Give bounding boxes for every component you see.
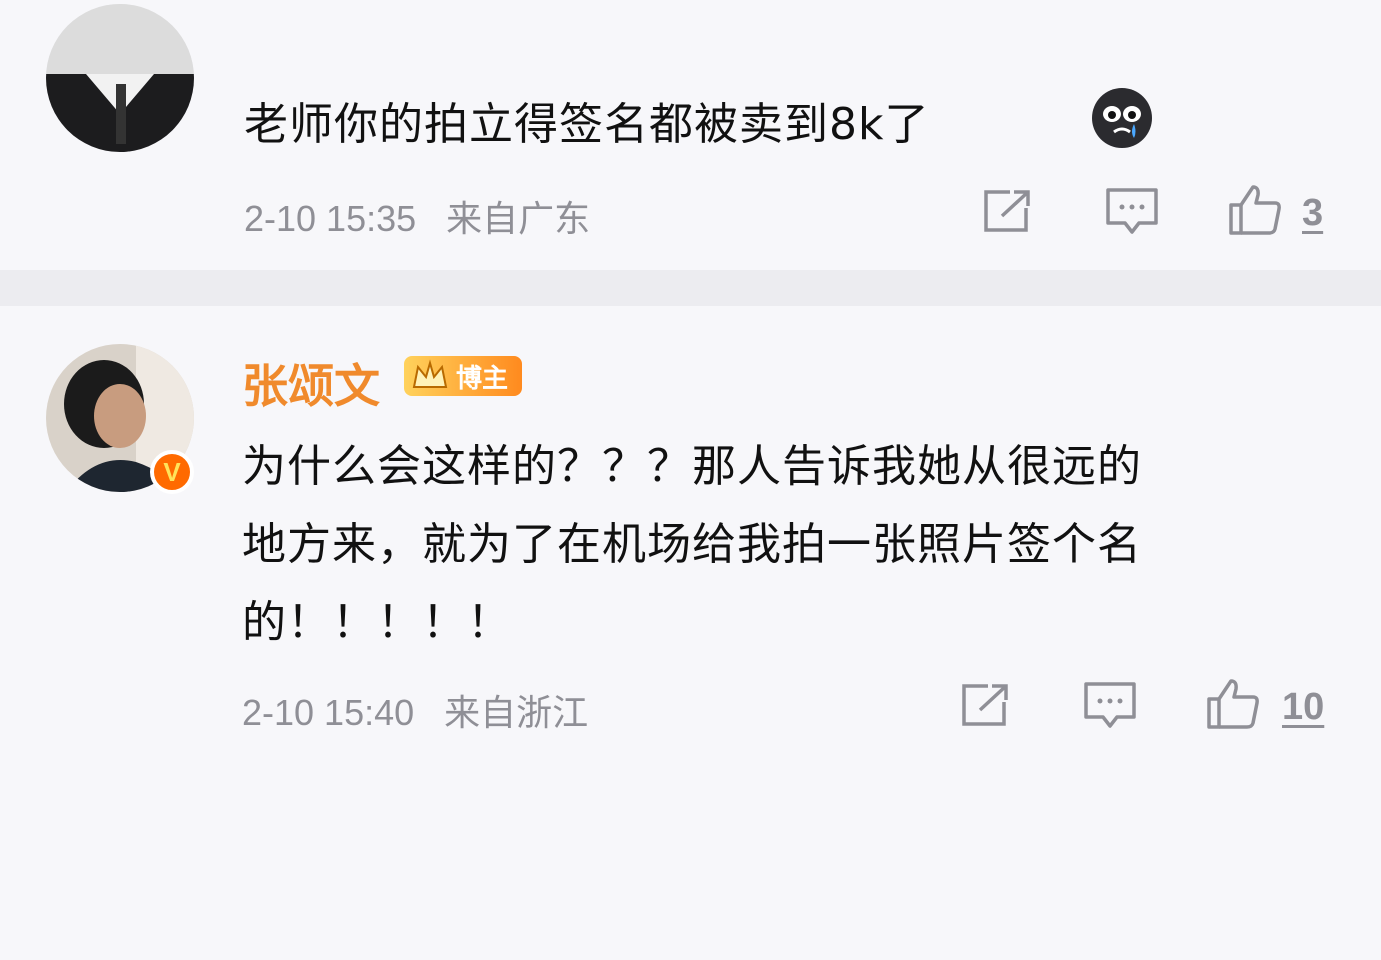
share-icon <box>962 684 1008 726</box>
comment-date: 2-10 15:35 <box>244 198 417 239</box>
comment-text-line-3: 的！！！！！ <box>242 597 512 648</box>
share-button[interactable] <box>980 186 1034 236</box>
crown-icon <box>412 359 448 388</box>
share-icon <box>984 190 1030 232</box>
comment-location: 来自浙江 <box>444 692 589 733</box>
like-count[interactable]: 3 <box>1302 192 1323 235</box>
comment-location: 来自广东 <box>446 198 591 239</box>
blogger-badge: 博主 <box>404 356 523 396</box>
verified-mark: V <box>163 456 181 487</box>
like-button[interactable] <box>1204 676 1262 732</box>
commenter-avatar[interactable] <box>46 4 194 152</box>
comment-meta: 2-10 15:40 来自浙江 <box>242 684 608 736</box>
blogger-badge-label: 博主 <box>456 363 509 394</box>
comment-button[interactable] <box>1104 186 1160 238</box>
comment-text-line-1: 为什么会这样的？？？那人告诉我她从很远的 <box>242 441 1142 492</box>
comment-2: V 张颂文 博主 为什么会这样的？？？那人告诉我她从很远的 地方来，就为了在机场… <box>0 306 1381 960</box>
like-button[interactable] <box>1226 182 1284 238</box>
crying-face-icon <box>1090 86 1154 154</box>
thumbs-up-icon <box>1207 679 1259 729</box>
author-name[interactable]: 张颂文 <box>242 350 380 416</box>
comment-date: 2-10 15:40 <box>242 692 415 733</box>
verified-badge-icon: V <box>150 450 194 494</box>
like-count[interactable]: 10 <box>1282 686 1324 729</box>
comment-meta: 2-10 15:35 来自广东 <box>244 190 610 242</box>
comment-button[interactable] <box>1082 680 1138 732</box>
comment-divider <box>0 270 1381 306</box>
comment-icon <box>1084 682 1136 728</box>
comment-icon <box>1106 188 1158 234</box>
comment-text: 老师你的拍立得签名都被卖到8k了 <box>244 99 930 150</box>
comment-text-line-2: 地方来，就为了在机场给我拍一张照片签个名 <box>242 519 1142 570</box>
comment-1: 老师你的拍立得签名都被卖到8k了 2-10 15:35 来自广东 3 <box>0 0 1381 270</box>
share-button[interactable] <box>958 680 1012 730</box>
thumbs-up-icon <box>1229 185 1281 235</box>
